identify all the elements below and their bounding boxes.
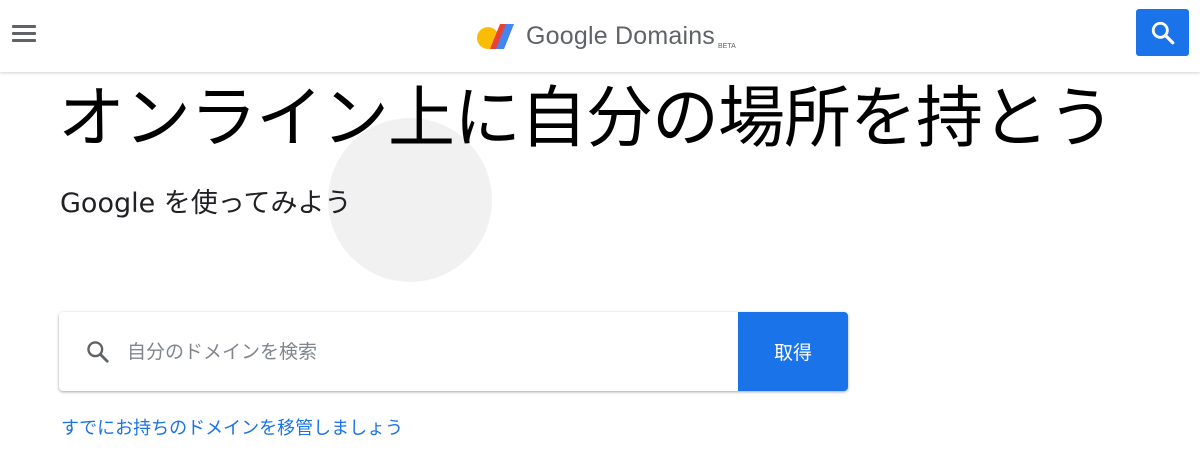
get-domain-button[interactable]: 取得 — [738, 312, 848, 391]
hamburger-menu-icon[interactable] — [10, 22, 38, 46]
transfer-domain-link[interactable]: すでにお持ちのドメインを移管しましょう — [61, 414, 403, 440]
google-domains-logo — [477, 24, 514, 49]
page-subtitle: Google を使ってみよう — [60, 188, 352, 219]
search-icon — [85, 339, 111, 365]
header-search-button[interactable] — [1136, 9, 1189, 56]
brand-name: Google Domains — [526, 21, 716, 50]
domain-search-input[interactable] — [125, 312, 727, 391]
domain-search-form: 取得 — [59, 312, 848, 391]
beta-badge: BETA — [718, 43, 736, 50]
search-icon — [1151, 21, 1174, 44]
top-app-bar: Google Domains BETA — [0, 0, 1200, 72]
brand[interactable]: Google Domains BETA — [476, 16, 736, 56]
page-title: オンライン上に自分の場所を持とう — [58, 79, 1115, 157]
